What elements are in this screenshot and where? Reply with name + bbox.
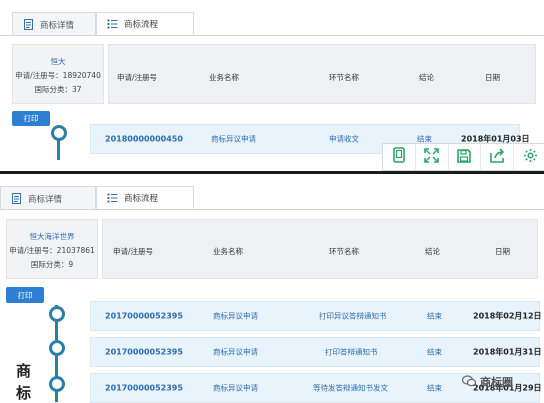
col-step-name: 环节名称 [329,247,359,256]
timeline-node [49,376,65,392]
table-row[interactable]: 20170000052395 商标异议申请 打印异议答辩通知书 结束 2018年… [90,301,542,331]
floating-toolbar [382,143,544,171]
cell-number[interactable]: 20180000000450 [105,135,183,144]
tab-underline [0,35,544,36]
table-row[interactable]: 20170000052395 商标异议申请 打印答辩通知书 结束 2018年01… [90,337,542,367]
table-header: 申请/注册号 业务名称 环节名称 结论 日期 [108,44,536,104]
expand-icon [424,147,439,167]
tabbar-bottom: 商标详情 商标流程 [0,182,544,210]
tab-label: 商标流程 [124,193,159,204]
save-icon [457,148,472,167]
cell-result: 结束 [427,347,442,357]
cell-business: 商标异议申请 [211,134,256,144]
trademark-info-card: 恒大海洋世界 申请/注册号：21037861 国际分类：9 [6,219,98,279]
settings-button[interactable] [514,144,544,170]
cell-number[interactable]: 20170000052395 [105,312,183,321]
side-char: 商 [16,362,32,380]
tab-label: 商标流程 [124,19,159,30]
cell-step: 打印答辩通知书 [325,347,378,357]
timeline-node [51,125,67,141]
watermark-text: 商标圈 [480,376,513,389]
settings-icon [523,148,538,167]
tab-label: 商标详情 [40,20,75,31]
tab-trademark-detail[interactable]: 商标详情 [0,186,96,210]
cell-business: 商标异议申请 [213,347,258,357]
phone-button[interactable] [383,144,416,170]
image-separator [0,171,544,174]
tab-trademark-process[interactable]: 商标流程 [96,12,194,36]
print-button[interactable]: 打印 [12,111,50,126]
expand-button[interactable] [416,144,449,170]
tabbar-top: 商标详情 商标流程 [0,8,544,36]
document-icon [11,193,22,204]
tab-label: 商标详情 [28,194,63,205]
save-button[interactable] [449,144,482,170]
trademark-name[interactable]: 恒大海洋世界 [7,230,97,244]
col-registration-number: 申请/注册号 [117,73,158,82]
col-business-name: 业务名称 [209,73,239,82]
col-date: 日期 [495,247,510,256]
trademark-name[interactable]: 恒大 [13,55,103,69]
col-result: 结论 [419,73,434,82]
col-result: 结论 [425,247,440,256]
share-button[interactable] [481,144,515,170]
international-class: 国际分类：9 [30,260,74,269]
international-class: 国际分类：37 [34,85,82,94]
timeline-node [49,340,65,356]
list-icon [107,192,118,203]
registration-number: 申请/注册号：21037861 [9,246,95,255]
cell-result: 结束 [427,383,442,393]
cell-result: 结束 [427,311,442,321]
table-header: 申请/注册号 业务名称 环节名称 结论 日期 [102,219,538,279]
cell-step: 申请收文 [329,134,359,144]
document-icon [23,19,34,30]
share-icon [489,147,505,167]
trademark-info-card: 恒大 申请/注册号：18920740 国际分类：37 [12,44,104,104]
cell-step: 打印异议答辩通知书 [319,311,387,321]
col-business-name: 业务名称 [213,247,243,256]
cell-date: 2018年02月12日 [473,311,542,321]
cell-step: 等待发答辩通知书发文 [313,383,388,393]
col-date: 日期 [485,73,500,82]
print-button[interactable]: 打印 [6,287,44,303]
timeline-node [49,306,65,322]
cell-date: 2018年01月31日 [473,347,542,357]
wechat-icon [461,374,477,390]
col-step-name: 环节名称 [329,73,359,82]
phone-icon [392,147,406,167]
col-registration-number: 申请/注册号 [113,247,154,256]
cell-number[interactable]: 20170000052395 [105,348,183,357]
registration-number: 申请/注册号：18920740 [15,71,101,80]
cell-business: 商标异议申请 [213,311,258,321]
tab-trademark-process[interactable]: 商标流程 [96,186,194,210]
tab-trademark-detail[interactable]: 商标详情 [12,12,96,36]
cell-number[interactable]: 20170000052395 [105,384,183,393]
watermark: 商标圈 [461,374,513,390]
cell-business: 商标异议申请 [213,383,258,393]
side-char: 标 [16,384,32,402]
list-icon [107,18,118,29]
tab-underline [0,209,544,210]
